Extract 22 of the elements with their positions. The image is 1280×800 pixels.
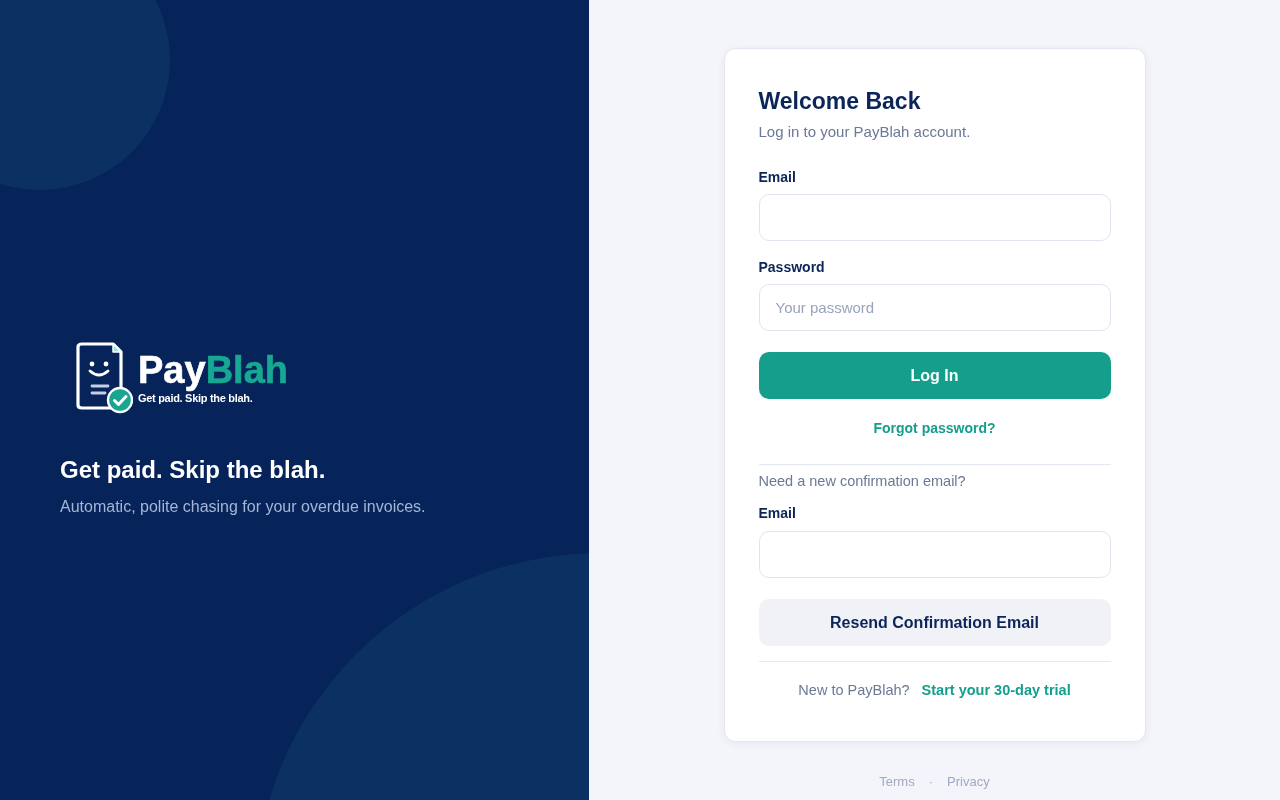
trial-link[interactable]: Start your 30-day trial [921, 680, 1071, 700]
signup-prompt: New to PayBlah? [798, 681, 910, 700]
logo-wordmark: PayBlah [138, 350, 288, 390]
brand-headline: Get paid. Skip the blah. [60, 455, 326, 485]
input-field[interactable] [758, 531, 1111, 578]
card-subtitle: Log in to your PayBlah account. [758, 122, 971, 142]
input-field[interactable]: Your password [758, 284, 1111, 331]
field-label: Password [758, 258, 825, 276]
card-title: Welcome Back [758, 87, 921, 115]
field-label: Email [758, 168, 796, 186]
footer-link[interactable]: Terms [879, 774, 915, 790]
brand-description: Automatic, polite chasing for your overdue invoices. [60, 497, 426, 517]
resend-button[interactable]: Resend Confirmation Email [758, 599, 1111, 646]
input-field[interactable] [758, 194, 1111, 241]
separator-dot: · [928, 774, 934, 790]
field-label: Email [758, 504, 796, 522]
footer-link[interactable]: Privacy [947, 774, 990, 790]
document-check-icon [75, 342, 133, 414]
forgot-password-link[interactable]: Forgot password? [873, 418, 996, 438]
resend-prompt: Need a new confirmation email? [758, 472, 966, 491]
login-button[interactable]: Log In [758, 352, 1111, 399]
logo-tagline: Get paid. Skip the blah. [138, 391, 253, 405]
